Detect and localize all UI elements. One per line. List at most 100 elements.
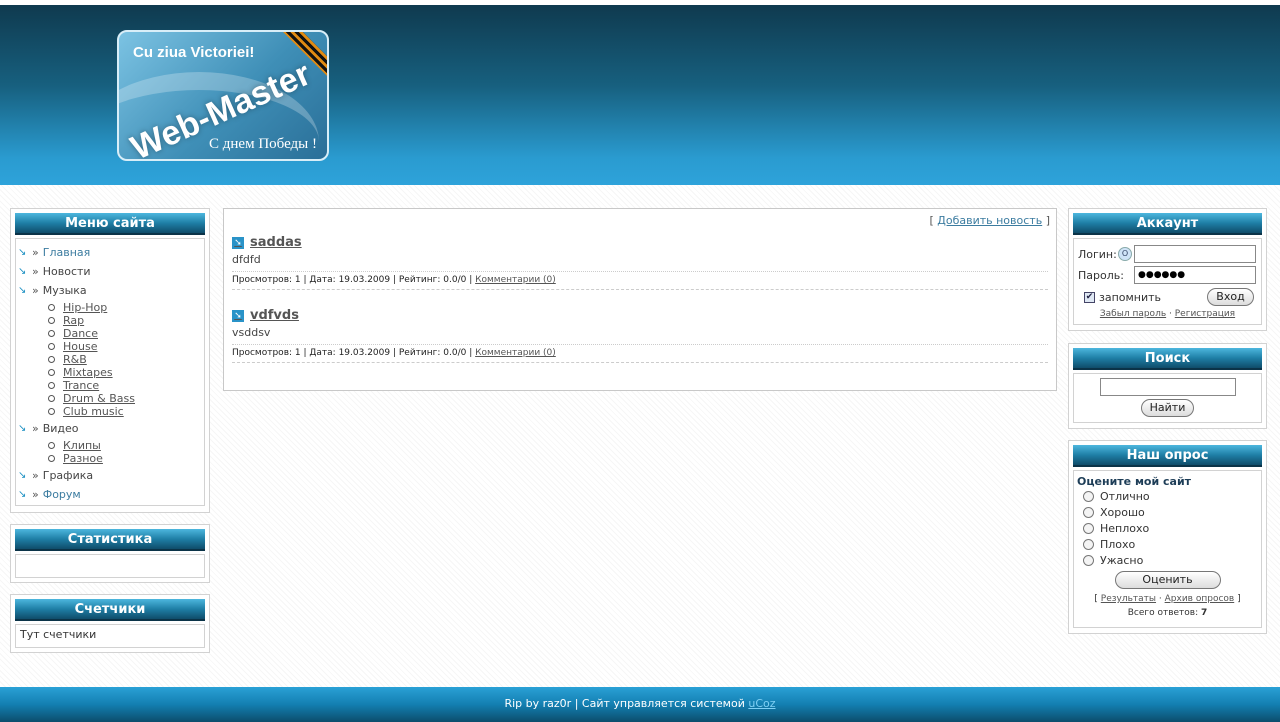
- poll-option[interactable]: Отлично: [1077, 488, 1258, 504]
- statistics-title: Статистика: [15, 529, 205, 551]
- menu-bullet-icon: »: [32, 469, 39, 482]
- statistics-block: Статистика: [10, 524, 210, 583]
- menu-item[interactable]: ↘ » Видео: [18, 419, 202, 438]
- submenu-item-label: House: [63, 340, 98, 353]
- submenu-item-label: Клипы: [63, 439, 101, 452]
- menu-bullet-icon: »: [32, 422, 39, 435]
- poll-option[interactable]: Хорошо: [1077, 504, 1258, 520]
- poll-option[interactable]: Неплохо: [1077, 520, 1258, 536]
- poll-option-radio[interactable]: [1083, 490, 1094, 502]
- search-button[interactable]: Найти: [1141, 399, 1194, 417]
- poll-total-label: Всего ответов:: [1127, 608, 1199, 618]
- menu-bullet-icon: »: [32, 265, 39, 278]
- search-input[interactable]: [1099, 378, 1236, 396]
- register-link[interactable]: Регистрация: [1175, 309, 1235, 319]
- submenu-item[interactable]: Mixtapes: [48, 366, 202, 379]
- menu-item-label: Видео: [42, 422, 79, 435]
- add-news: [ Добавить новость ]: [929, 214, 1050, 227]
- poll-option-radio[interactable]: [1083, 506, 1094, 518]
- submenu-item-label: Club music: [63, 405, 124, 418]
- poll-option-radio[interactable]: [1083, 538, 1094, 550]
- submenu-item[interactable]: Клипы: [48, 439, 202, 452]
- menu-arrow-icon: ↘: [18, 266, 27, 277]
- news-entry-meta-text: Просмотров: 1 | Дата: 19.03.2009 | Рейти…: [232, 348, 473, 358]
- menu-item[interactable]: ↘ » Новости: [18, 262, 202, 281]
- logo-top-text: Cu ziua Victoriei!: [133, 44, 255, 61]
- submenu-item[interactable]: Rap: [48, 314, 202, 327]
- news-entry: ➘ saddas dfdfd Просмотров: 1 | Дата: 19.…: [232, 235, 1048, 290]
- poll-results-link[interactable]: Результаты: [1101, 594, 1156, 604]
- site-header: Cu ziua Victoriei! Web-Master С днем Поб…: [0, 5, 1280, 185]
- password-input[interactable]: ●●●●●●: [1134, 266, 1256, 284]
- circle-bullet-icon: [48, 442, 55, 449]
- menu-arrow-icon: ↘: [18, 247, 27, 258]
- poll-vote-button[interactable]: Оценить: [1114, 571, 1221, 589]
- submenu-item[interactable]: Разное: [48, 452, 202, 465]
- submenu-item[interactable]: Drum & Bass: [48, 392, 202, 405]
- news-entry-comments-link[interactable]: Комментарии (0): [475, 348, 556, 358]
- submenu-item-label: Trance: [63, 379, 100, 392]
- circle-bullet-icon: [48, 317, 55, 324]
- logo-bottom-text: С днем Победы !: [209, 136, 317, 152]
- circle-bullet-icon: [48, 356, 55, 363]
- search-body: Найти: [1073, 373, 1262, 423]
- poll-option-label: Хорошо: [1100, 505, 1145, 519]
- menu-item[interactable]: ↘ » Главная: [18, 243, 202, 262]
- forgot-password-link[interactable]: Забыл пароль: [1100, 309, 1166, 319]
- news-entry-text: dfdfd: [232, 253, 261, 266]
- login-button[interactable]: Вход: [1207, 288, 1254, 306]
- submenu-item[interactable]: Hip-Hop: [48, 301, 202, 314]
- poll-archive-link[interactable]: Архив опросов: [1165, 594, 1235, 604]
- submenu-item[interactable]: House: [48, 340, 202, 353]
- counters-body: Тут счетчики: [15, 624, 205, 648]
- news-entry-title[interactable]: vdfvds: [250, 308, 299, 323]
- submenu-item-label: Rap: [63, 314, 85, 327]
- menu-arrow-icon: ↘: [18, 285, 27, 296]
- submenu-item-label: R&B: [63, 353, 87, 366]
- site-logo[interactable]: Cu ziua Victoriei! Web-Master С днем Поб…: [117, 30, 329, 161]
- news-entry-title[interactable]: saddas: [250, 235, 302, 250]
- search-block: Поиск Найти: [1068, 343, 1267, 429]
- poll-body: Оцените мой сайт Отлично Хорошо Неплохо Пло…: [1073, 470, 1262, 628]
- poll-option-radio[interactable]: [1083, 522, 1094, 534]
- submenu-item-label: Dance: [63, 327, 98, 340]
- news-entry-text: vsddsv: [232, 326, 271, 339]
- submenu-item-label: Разное: [63, 452, 103, 465]
- poll-option-label: Плохо: [1100, 537, 1136, 551]
- poll-question: Оцените мой сайт: [1077, 475, 1192, 488]
- account-block: Аккаунт Логин: O Пароль: ●●●●●● ✔ запомн…: [1068, 208, 1267, 331]
- counters-title: Счетчики: [15, 599, 205, 621]
- openid-icon[interactable]: O: [1118, 247, 1132, 261]
- poll-option-radio[interactable]: [1083, 554, 1094, 566]
- menu-item[interactable]: ↘ » Музыка: [18, 281, 202, 300]
- circle-bullet-icon: [48, 330, 55, 337]
- login-input[interactable]: [1134, 245, 1256, 263]
- add-news-link[interactable]: Добавить новость: [937, 214, 1042, 227]
- submenu-item-label: Mixtapes: [63, 366, 113, 379]
- menu-arrow-icon: ↘: [18, 423, 27, 434]
- news-entry: ➘ vdfvds vsddsv Просмотров: 1 | Дата: 19…: [232, 308, 1048, 363]
- submenu-item[interactable]: Trance: [48, 379, 202, 392]
- submenu-item[interactable]: Dance: [48, 327, 202, 340]
- poll-block: Наш опрос Оцените мой сайт Отлично Хорошо…: [1068, 440, 1267, 634]
- account-body: Логин: O Пароль: ●●●●●● ✔ запомнить Вход…: [1073, 238, 1262, 325]
- search-title: Поиск: [1073, 348, 1262, 370]
- counters-block: Счетчики Тут счетчики: [10, 594, 210, 653]
- news-entry-comments-link[interactable]: Комментарии (0): [475, 275, 556, 285]
- menu-bullet-icon: »: [32, 488, 39, 501]
- news-entry-icon: ➘: [232, 236, 244, 249]
- submenu-item[interactable]: R&B: [48, 353, 202, 366]
- submenu-item-label: Drum & Bass: [63, 392, 135, 405]
- submenu-item[interactable]: Club music: [48, 405, 202, 418]
- remember-label: запомнить: [1099, 290, 1162, 304]
- ucoz-link[interactable]: uCoz: [748, 697, 775, 710]
- circle-bullet-icon: [48, 343, 55, 350]
- circle-bullet-icon: [48, 408, 55, 415]
- menu-item[interactable]: ↘ » Форум: [18, 485, 202, 504]
- menu-item[interactable]: ↘ » Графика: [18, 466, 202, 485]
- site-menu-body: ↘» Главная ↘» Новости ↘» Музыка Hip-Hop Rap Danc…: [15, 238, 205, 506]
- menu-bullet-icon: »: [32, 284, 39, 297]
- remember-checkbox[interactable]: ✔: [1084, 291, 1095, 303]
- poll-option[interactable]: Ужасно: [1077, 552, 1258, 568]
- poll-option[interactable]: Плохо: [1077, 536, 1258, 552]
